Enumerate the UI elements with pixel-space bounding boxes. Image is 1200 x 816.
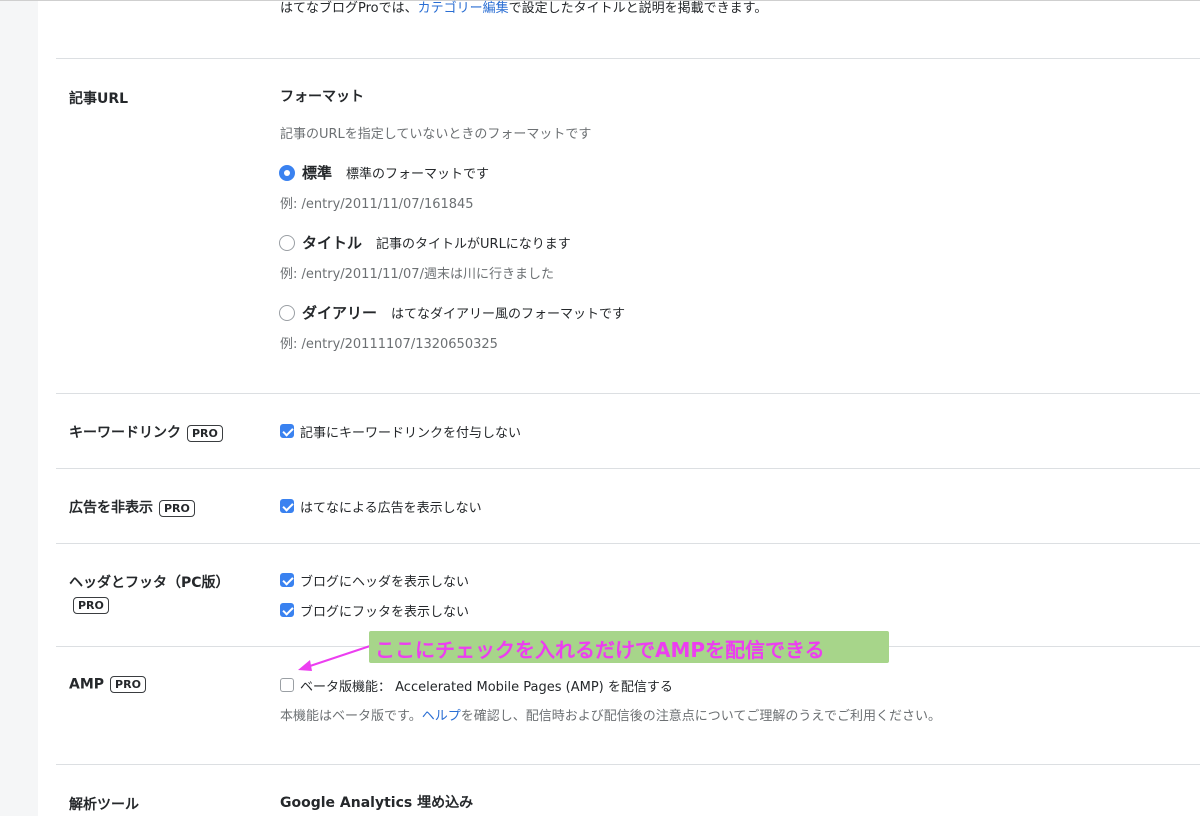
intro-prefix: はてなブログProでは、 [280,1,418,16]
amp-label-text: AMP [69,676,105,693]
radio-diary[interactable] [279,305,295,321]
section-divider [56,393,1200,394]
option-title-example: 例: /entry/2011/11/07/週末は川に行きました [280,267,554,282]
format-option-title-text: タイトル 記事のタイトルがURLになります [302,232,571,253]
option-standard-desc: 標準のフォーマットです [346,167,490,182]
hide-header-checkbox[interactable] [280,573,294,587]
keyword-link-label-text: キーワードリンク [69,425,181,441]
hide-ads-checkbox-label[interactable]: はてなによる広告を表示しない [300,497,482,516]
header-footer-label: ヘッダとフッタ（PC版） [69,575,230,591]
amp-checkbox[interactable] [280,678,294,692]
category-edit-link[interactable]: カテゴリー編集 [418,1,509,16]
hide-ads-label-text: 広告を非表示 [69,500,153,516]
amp-help-link[interactable]: ヘルプ [422,709,461,724]
option-diary-title: ダイアリー [302,304,378,322]
annotation-text: ここにチェックを入れるだけでAMPを配信できる [375,638,825,662]
pro-badge: PRO [73,597,109,614]
section-divider [56,764,1200,765]
option-title-desc: 記事のタイトルがURLになります [376,237,571,252]
option-standard-title: 標準 [302,164,333,182]
option-title-title: タイトル [302,234,363,252]
intro-suffix: で設定したタイトルと説明を掲載できます。 [508,1,768,16]
hide-ads-checkbox[interactable] [280,499,294,513]
hide-ads-label: 広告を非表示 PRO [69,497,195,517]
pro-badge: PRO [110,676,146,693]
amp-note: 本機能はベータ版です。ヘルプを確認し、配信時および配信後の注意点についてご理解の… [280,705,941,724]
hide-footer-checkbox[interactable] [280,603,294,617]
radio-title[interactable] [279,235,295,251]
pro-badge: PRO [187,424,223,442]
option-diary-desc: はてなダイアリー風のフォーマットです [391,307,626,322]
format-description: 記事のURLを指定していないときのフォーマットです [280,127,592,142]
section-divider [56,543,1200,544]
section-divider [56,58,1200,59]
article-url-label: 記事URL [69,91,129,107]
format-heading: フォーマット [280,89,364,105]
amp-label: AMP PRO [69,676,146,693]
radio-standard[interactable] [279,165,295,181]
annotation-arrow-icon [298,645,371,671]
format-option-standard-text: 標準 標準のフォーマットです [302,162,489,183]
keyword-link-label: キーワードリンク PRO [69,422,223,442]
format-option-diary-text: ダイアリー はてなダイアリー風のフォーマットです [302,302,625,323]
amp-note-prefix: 本機能はベータ版です。 [280,709,422,724]
section-divider [56,468,1200,469]
header-footer-badge-wrap: PRO [69,595,109,614]
left-sidebar-strip [0,0,38,816]
option-diary-example: 例: /entry/20111107/1320650325 [280,337,498,352]
option-standard-example: 例: /entry/2011/11/07/161845 [280,197,474,212]
pro-badge: PRO [159,499,195,517]
keyword-link-checkbox[interactable] [280,424,294,438]
hide-footer-checkbox-label[interactable]: ブログにフッタを表示しない [300,601,469,620]
google-analytics-heading: Google Analytics 埋め込み [280,795,474,811]
annotation-callout: ここにチェックを入れるだけでAMPを配信できる [369,631,889,663]
amp-note-suffix: を確認し、配信時および配信後の注意点についてご理解のうえでご利用ください。 [460,709,941,724]
category-intro-text: はてなブログProでは、カテゴリー編集で設定したタイトルと説明を掲載できます。 [280,0,767,16]
analytics-label: 解析ツール [69,797,139,813]
keyword-link-checkbox-label[interactable]: 記事にキーワードリンクを付与しない [300,422,521,441]
hide-header-checkbox-label[interactable]: ブログにヘッダを表示しない [300,571,469,590]
